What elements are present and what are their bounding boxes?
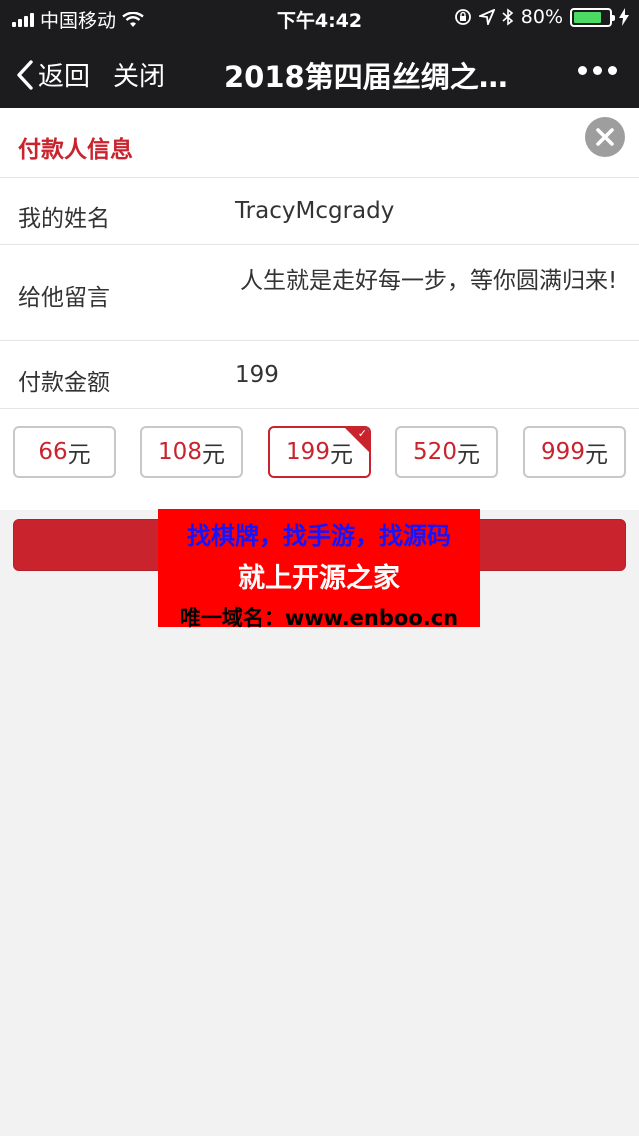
more-dot-icon: [578, 66, 587, 75]
battery-percent: 80%: [520, 6, 563, 28]
amount-label: 付款金额: [18, 370, 110, 396]
bluetooth-icon: [502, 8, 514, 26]
payer-card: 付款人信息 我的姓名 TracyMcgrady 给他留言 人生就是走好每一步，等…: [0, 108, 639, 510]
message-row[interactable]: 给他留言 人生就是走好每一步，等你圆满归来!: [0, 244, 639, 340]
close-icon: [596, 128, 614, 146]
name-row[interactable]: 我的姓名 TracyMcgrady: [0, 177, 639, 244]
nav-bar: 返回 关闭 2018第四届丝绸之…: [0, 36, 639, 108]
status-right: 80%: [454, 6, 629, 28]
back-label: 返回: [38, 62, 91, 92]
section-title: 付款人信息: [18, 137, 133, 163]
amount-unit: 元: [201, 442, 225, 468]
amount-number: 66: [38, 439, 68, 465]
message-label: 给他留言: [18, 285, 110, 311]
amount-option-999[interactable]: 999 元: [523, 426, 626, 478]
amount-row[interactable]: 付款金额 199: [0, 340, 639, 408]
page-title: 2018第四届丝绸之…: [224, 60, 508, 94]
name-label: 我的姓名: [18, 206, 110, 232]
amount-number: 520: [413, 439, 457, 465]
battery-icon: [570, 7, 615, 27]
banner-line-2: 就上开源之家: [238, 563, 400, 594]
location-icon: [478, 9, 495, 25]
chevron-left-icon: [17, 59, 33, 90]
more-dot-icon: [593, 66, 602, 75]
amount-number: 108: [158, 439, 202, 465]
amount-options: 66 元 108 元 199 元 ✓ 520 元 999 元: [0, 408, 639, 510]
amount-unit: 元: [584, 442, 608, 468]
name-value[interactable]: TracyMcgrady: [235, 198, 394, 224]
message-value[interactable]: 人生就是走好每一步，等你圆满归来!: [240, 266, 620, 297]
banner-line-1: 找棋牌，找手游，找源码: [187, 522, 451, 550]
back-button[interactable]: 返回: [16, 56, 90, 93]
banner-line-3: 唯一域名：www.enboo.cn: [179, 606, 459, 630]
amount-value[interactable]: 199: [235, 362, 279, 388]
amount-option-108[interactable]: 108 元: [140, 426, 243, 478]
more-button[interactable]: [578, 66, 617, 75]
more-dot-icon: [608, 66, 617, 75]
amount-option-520[interactable]: 520 元: [395, 426, 498, 478]
amount-number: 999: [541, 439, 585, 465]
orientation-lock-icon: [454, 9, 471, 25]
amount-unit: 元: [456, 442, 480, 468]
close-circle-button[interactable]: [585, 117, 625, 157]
status-bar: 中国移动 下午4:42 80%: [0, 0, 639, 36]
check-icon: ✓: [357, 427, 367, 440]
charging-icon: [619, 8, 629, 26]
close-button[interactable]: 关闭: [113, 56, 165, 93]
amount-unit: 元: [67, 442, 91, 468]
amount-option-199[interactable]: 199 元 ✓: [268, 426, 371, 478]
amount-option-66[interactable]: 66 元: [13, 426, 116, 478]
watermark-banner: 找棋牌，找手游，找源码 就上开源之家 唯一域名：www.enboo.cn: [158, 509, 480, 630]
amount-number: 199: [286, 439, 330, 465]
